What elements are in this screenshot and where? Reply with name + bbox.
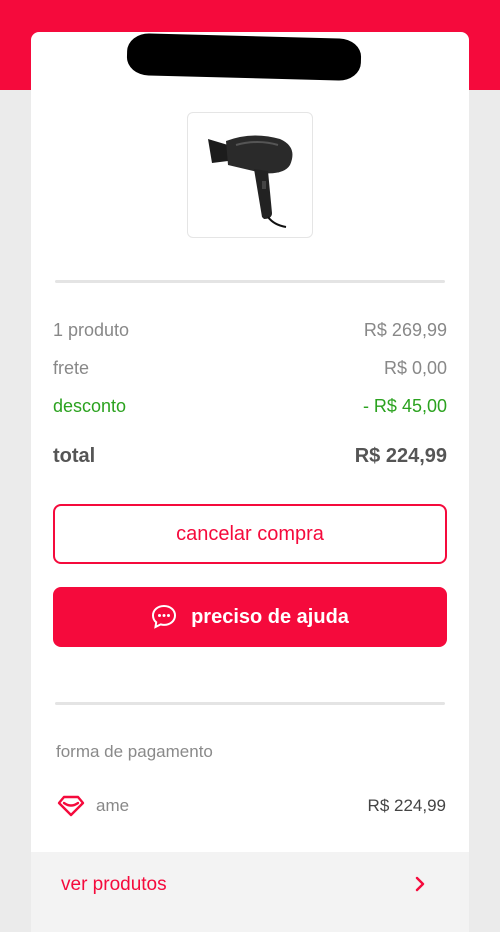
shipping-value: R$ 0,00 [383, 358, 447, 378]
hair-dryer-image [208, 135, 293, 228]
products-label: 1 produto [53, 320, 130, 340]
cancel-purchase-button[interactable]: cancelar compra [53, 504, 447, 564]
payment-method-name: ame [96, 796, 130, 815]
discount-row: desconto - R$ 45,00 [53, 396, 447, 417]
help-label: preciso de ajuda [191, 605, 349, 628]
shipping-label: frete [53, 358, 90, 378]
products-row: 1 produto R$ 269,99 [53, 320, 447, 341]
product-thumbnail[interactable] [187, 112, 313, 238]
products-value: R$ 269,99 [363, 320, 447, 340]
total-label: total [53, 445, 96, 467]
cancel-purchase-label: cancelar compra [176, 522, 324, 545]
divider [55, 702, 445, 705]
ame-heart-icon [57, 795, 85, 817]
chat-bubble-icon [152, 604, 177, 629]
redacted-title [126, 32, 362, 82]
order-card: 1 produto R$ 269,99 frete R$ 0,00 descon… [31, 32, 469, 932]
divider [55, 280, 445, 283]
chevron-right-icon[interactable] [413, 874, 427, 894]
discount-value: - R$ 45,00 [362, 396, 447, 416]
payment-method-row: ame R$ 224,99 [56, 792, 446, 820]
view-products-footer[interactable]: ver produtos [31, 852, 469, 932]
payment-section-title: forma de pagamento [56, 742, 213, 761]
payment-method-amount: R$ 224,99 [367, 796, 446, 815]
view-products-link[interactable]: ver produtos [61, 874, 167, 896]
discount-label: desconto [53, 396, 127, 416]
total-value: R$ 224,99 [354, 445, 447, 467]
help-button[interactable]: preciso de ajuda [53, 587, 447, 647]
shipping-row: frete R$ 0,00 [53, 358, 447, 379]
total-row: total R$ 224,99 [53, 445, 447, 468]
